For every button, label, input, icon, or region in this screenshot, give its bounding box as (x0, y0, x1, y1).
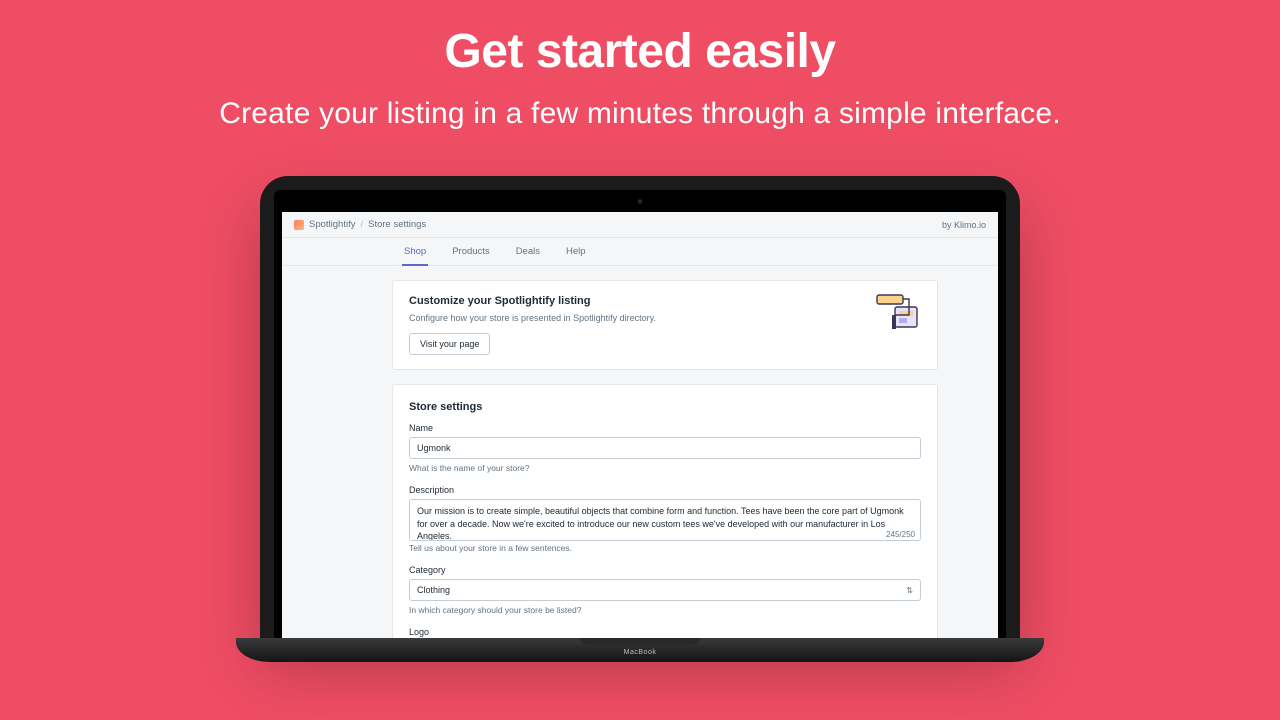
chevron-updown-icon: ⇅ (906, 586, 913, 595)
category-value: Clothing (417, 585, 450, 595)
camera-dot (638, 199, 643, 204)
settings-card: Store settings Name What is the name of … (392, 384, 938, 638)
category-hint: In which category should your store be l… (409, 605, 921, 615)
page-body: Customize your Spotlightify listing Conf… (282, 266, 998, 638)
field-category: Category Clothing ⇅ In which category sh… (409, 565, 921, 615)
logo-label: Logo (409, 627, 921, 637)
description-hint: Tell us about your store in a few senten… (409, 543, 921, 553)
category-select[interactable]: Clothing ⇅ (409, 579, 921, 601)
name-label: Name (409, 423, 921, 433)
app-screen: Spotlightify / Store settings by Klimo.i… (282, 212, 998, 638)
laptop-brand: MacBook (624, 649, 657, 656)
hero: Get started easily Create your listing i… (0, 0, 1280, 131)
description-label: Description (409, 485, 921, 495)
byline[interactable]: by Klimo.io (942, 220, 986, 230)
breadcrumb-page: Store settings (368, 219, 426, 230)
laptop-mockup: Spotlightify / Store settings by Klimo.i… (260, 176, 1020, 662)
paint-roller-icon (873, 293, 919, 340)
hero-subtitle: Create your listing in a few minutes thr… (0, 97, 1280, 131)
breadcrumb: Spotlightify / Store settings (294, 219, 426, 230)
category-label: Category (409, 565, 921, 575)
name-hint: What is the name of your store? (409, 463, 921, 473)
description-counter: 245/250 (409, 530, 915, 539)
topbar: Spotlightify / Store settings by Klimo.i… (282, 212, 998, 238)
laptop-base: MacBook (236, 638, 1044, 662)
name-input[interactable] (409, 437, 921, 459)
settings-title: Store settings (409, 401, 921, 413)
tab-bar: Shop Products Deals Help (282, 238, 998, 266)
visit-page-button[interactable]: Visit your page (409, 333, 490, 355)
breadcrumb-app[interactable]: Spotlightify (309, 219, 355, 230)
field-logo: Logo UGMONK (409, 627, 921, 638)
intro-subtitle: Configure how your store is presented in… (409, 313, 921, 323)
field-description: Description 245/250 Tell us about your s… (409, 485, 921, 553)
tab-products[interactable]: Products (450, 238, 492, 265)
intro-card: Customize your Spotlightify listing Conf… (392, 280, 938, 370)
tab-shop[interactable]: Shop (402, 238, 428, 266)
trackpad-notch (580, 638, 700, 645)
field-name: Name What is the name of your store? (409, 423, 921, 473)
tab-deals[interactable]: Deals (514, 238, 542, 265)
tab-help[interactable]: Help (564, 238, 588, 265)
intro-title: Customize your Spotlightify listing (409, 295, 921, 307)
hero-title: Get started easily (0, 24, 1280, 79)
breadcrumb-separator: / (360, 219, 363, 230)
app-icon (294, 220, 304, 230)
